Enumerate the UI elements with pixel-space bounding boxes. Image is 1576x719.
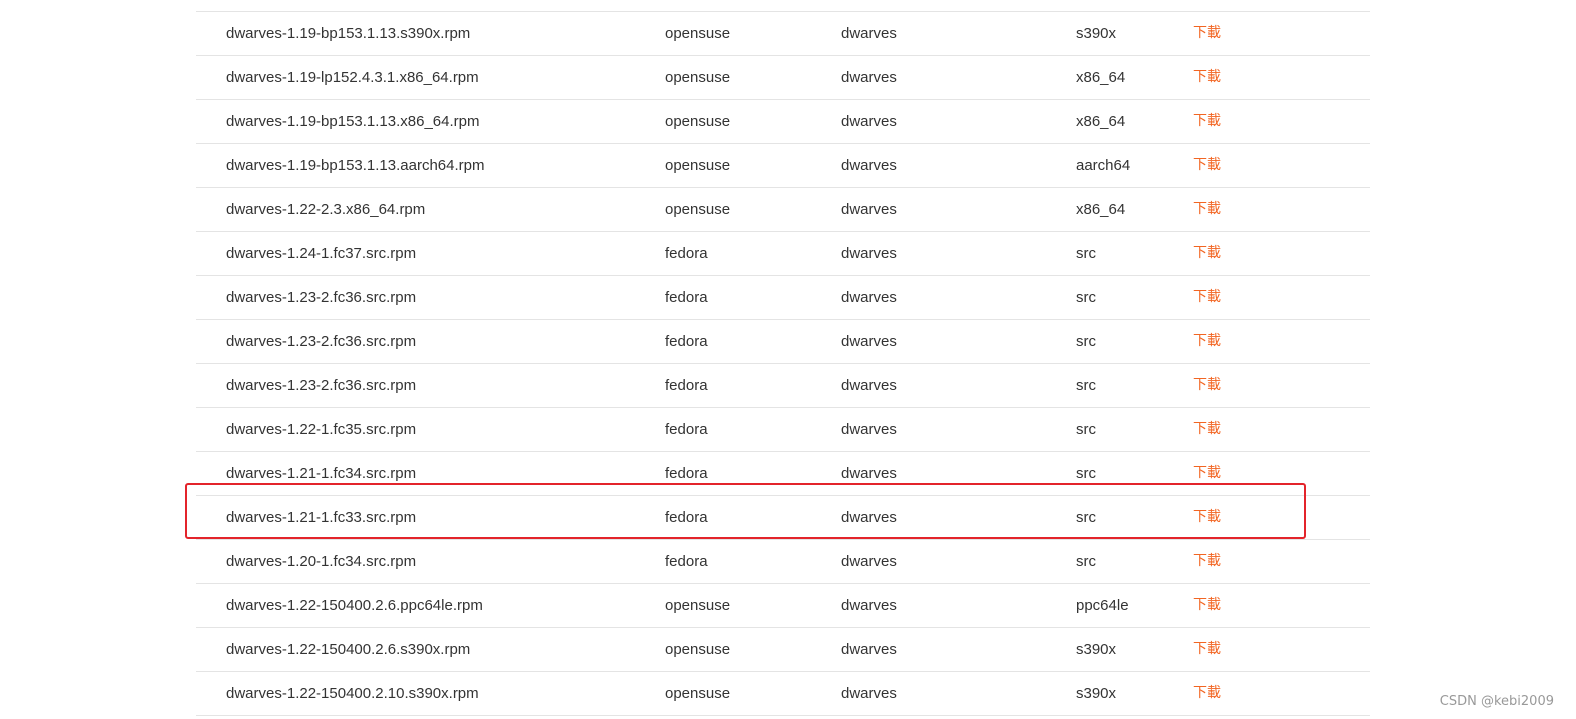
download-link[interactable]: 下載 [1193,452,1221,495]
arch-cell: x86_64 [1076,113,1126,130]
arch-cell: src [1076,421,1096,438]
table-row: dwarves-1.19-lp152.4.3.1.x86_64.rpm open… [196,56,1370,100]
arch-cell: aarch64 [1076,157,1131,174]
distro-cell: fedora [665,465,708,482]
package-filename: dwarves-1.19-bp153.1.13.aarch64.rpm [226,157,485,174]
package-filename: dwarves-1.21-1.fc34.src.rpm [226,465,417,482]
download-link[interactable]: 下載 [1193,320,1221,363]
download-link[interactable]: 下載 [1193,232,1221,275]
table-row: dwarves-1.23-2.fc36.src.rpm fedora dwarv… [196,320,1370,364]
distro-cell: opensuse [665,597,731,614]
package-filename: dwarves-1.24-1.fc37.src.rpm [226,245,417,262]
package-filename: dwarves-1.22-2.3.x86_64.rpm [226,201,426,218]
distro-cell: fedora [665,421,708,438]
package-cell: dwarves [841,597,897,614]
package-filename: dwarves-1.23-2.fc36.src.rpm [226,333,417,350]
package-filename: dwarves-1.22-150400.2.10.s390x.rpm [226,685,479,702]
table-row: dwarves-1.22-150400.2.6.s390x.rpm opensu… [196,628,1370,672]
arch-cell: s390x [1076,25,1117,42]
watermark: CSDN @kebi2009 [1439,694,1554,709]
package-cell: dwarves [841,289,897,306]
package-filename: dwarves-1.22-150400.2.6.ppc64le.rpm [226,597,483,614]
package-cell: dwarves [841,553,897,570]
arch-cell: src [1076,333,1096,350]
package-filename: dwarves-1.19-lp152.4.3.1.x86_64.rpm [226,69,479,86]
distro-cell: opensuse [665,201,731,218]
table-row: dwarves-1.20-1.fc34.src.rpm fedora dwarv… [196,540,1370,584]
arch-cell: src [1076,465,1096,482]
arch-cell: src [1076,245,1096,262]
package-table: dwarves-1.19-bp153.1.13.s390x.rpm opensu… [196,11,1370,716]
download-link[interactable]: 下載 [1193,540,1221,583]
table-row: dwarves-1.21-1.fc34.src.rpm fedora dwarv… [196,452,1370,496]
package-filename: dwarves-1.21-1.fc33.src.rpm [226,509,417,526]
arch-cell: ppc64le [1076,597,1129,614]
package-cell: dwarves [841,509,897,526]
download-link[interactable]: 下載 [1193,12,1221,55]
arch-cell: x86_64 [1076,69,1126,86]
table-row: dwarves-1.24-1.fc37.src.rpm fedora dwarv… [196,232,1370,276]
table-row: dwarves-1.19-bp153.1.13.s390x.rpm opensu… [196,12,1370,56]
distro-cell: opensuse [665,69,731,86]
package-cell: dwarves [841,465,897,482]
arch-cell: x86_64 [1076,201,1126,218]
download-link[interactable]: 下載 [1193,628,1221,671]
package-filename: dwarves-1.23-2.fc36.src.rpm [226,289,417,306]
distro-cell: fedora [665,245,708,262]
distro-cell: opensuse [665,685,731,702]
package-cell: dwarves [841,377,897,394]
table-row: dwarves-1.22-2.3.x86_64.rpm opensuse dwa… [196,188,1370,232]
distro-cell: fedora [665,333,708,350]
distro-cell: fedora [665,289,708,306]
arch-cell: src [1076,377,1096,394]
download-link[interactable]: 下載 [1193,100,1221,143]
table-row: dwarves-1.22-150400.2.6.ppc64le.rpm open… [196,584,1370,628]
package-filename: dwarves-1.19-bp153.1.13.s390x.rpm [226,25,471,42]
package-cell: dwarves [841,113,897,130]
package-cell: dwarves [841,245,897,262]
distro-cell: opensuse [665,113,731,130]
package-filename: dwarves-1.19-bp153.1.13.x86_64.rpm [226,113,480,130]
arch-cell: src [1076,509,1096,526]
distro-cell: fedora [665,509,708,526]
package-filename: dwarves-1.23-2.fc36.src.rpm [226,377,417,394]
download-link[interactable]: 下載 [1193,144,1221,187]
table-row: dwarves-1.23-2.fc36.src.rpm fedora dwarv… [196,364,1370,408]
download-link[interactable]: 下載 [1193,672,1221,715]
table-row: dwarves-1.22-150400.2.10.s390x.rpm opens… [196,672,1370,716]
package-cell: dwarves [841,641,897,658]
download-link[interactable]: 下載 [1193,408,1221,451]
package-cell: dwarves [841,421,897,438]
distro-cell: opensuse [665,25,731,42]
table-row: dwarves-1.19-bp153.1.13.aarch64.rpm open… [196,144,1370,188]
distro-cell: opensuse [665,641,731,658]
arch-cell: src [1076,289,1096,306]
distro-cell: fedora [665,553,708,570]
package-filename: dwarves-1.20-1.fc34.src.rpm [226,553,417,570]
download-link[interactable]: 下載 [1193,364,1221,407]
distro-cell: fedora [665,377,708,394]
arch-cell: s390x [1076,641,1117,658]
table-row: dwarves-1.23-2.fc36.src.rpm fedora dwarv… [196,276,1370,320]
package-cell: dwarves [841,685,897,702]
download-link[interactable]: 下載 [1193,188,1221,231]
package-filename: dwarves-1.22-1.fc35.src.rpm [226,421,417,438]
package-cell: dwarves [841,25,897,42]
package-cell: dwarves [841,333,897,350]
arch-cell: src [1076,553,1096,570]
download-link[interactable]: 下載 [1193,56,1221,99]
table-row: dwarves-1.19-bp153.1.13.x86_64.rpm opens… [196,100,1370,144]
package-filename: dwarves-1.22-150400.2.6.s390x.rpm [226,641,471,658]
package-cell: dwarves [841,157,897,174]
download-link[interactable]: 下載 [1193,496,1221,539]
table-row-highlighted: dwarves-1.21-1.fc33.src.rpm fedora dwarv… [196,496,1370,540]
package-cell: dwarves [841,69,897,86]
download-link[interactable]: 下載 [1193,276,1221,319]
distro-cell: opensuse [665,157,731,174]
download-link[interactable]: 下載 [1193,584,1221,627]
table-row: dwarves-1.22-1.fc35.src.rpm fedora dwarv… [196,408,1370,452]
arch-cell: s390x [1076,685,1117,702]
package-cell: dwarves [841,201,897,218]
